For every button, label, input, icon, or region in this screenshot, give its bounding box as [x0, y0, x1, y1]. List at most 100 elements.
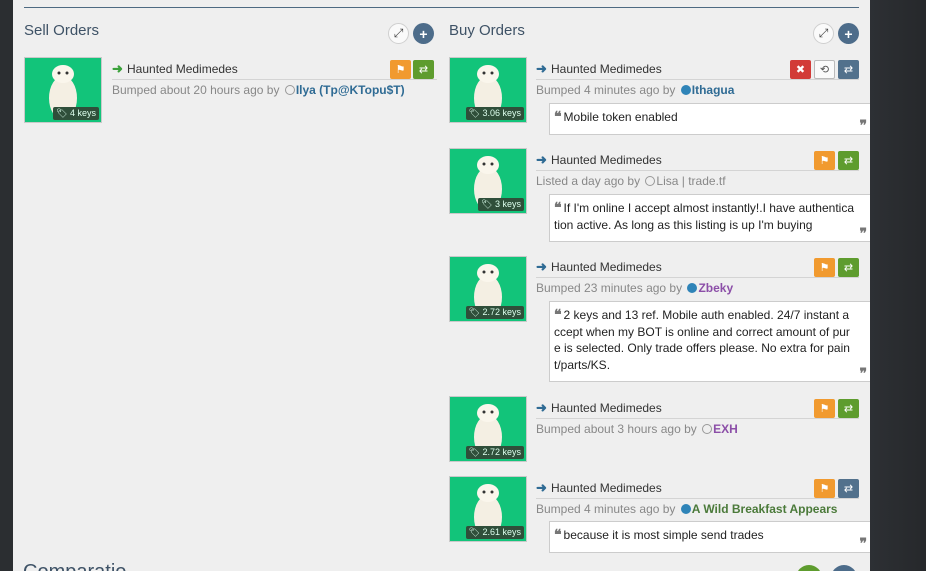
trade-button[interactable]: ⇄ — [838, 151, 859, 170]
price-label: 3.06 keys — [482, 108, 521, 118]
online-status-icon — [687, 283, 698, 293]
tag-icon: 🏷 — [468, 108, 480, 118]
trade-button[interactable]: ⇄ — [838, 399, 859, 418]
expand-icon: ⤢ — [393, 26, 404, 40]
item-name-link[interactable]: Haunted Medimedes — [551, 62, 662, 76]
item-thumbnail[interactable]: 🏷 2.72 keys — [449, 256, 527, 322]
trade-button[interactable]: ⇄ — [413, 60, 434, 79]
user-link[interactable]: A Wild Breakfast Appears — [692, 502, 838, 516]
listing-title-row: ➜ Haunted Medimedes ⚑ ⇄ — [536, 151, 859, 171]
price-badge: 🏷 3 keys — [478, 198, 524, 211]
tag-icon: 🏷 — [468, 527, 480, 537]
trade-button[interactable]: ⇄ — [838, 258, 859, 277]
section-add-button[interactable] — [831, 565, 857, 571]
item-thumbnail[interactable]: 🏷 4 keys — [24, 57, 102, 123]
listing-status: Bumped about 20 hours ago by Ilya (Tp@KT… — [112, 83, 405, 97]
flag-icon: ⚑ — [395, 64, 406, 76]
item-thumbnail[interactable]: 🏷 3 keys — [449, 148, 527, 214]
exchange-icon: ⇄ — [843, 64, 854, 76]
status-text: Bumped 4 minutes ago by — [536, 502, 676, 516]
price-label: 2.61 keys — [482, 527, 521, 537]
remove-button[interactable]: ✖ — [790, 60, 811, 79]
arrow-left-icon: ➜ — [536, 480, 547, 495]
exchange-icon: ⇄ — [418, 64, 429, 76]
item-name-link[interactable]: Haunted Medimedes — [551, 481, 662, 495]
sell-add-button[interactable]: + — [413, 23, 434, 44]
plus-icon: + — [844, 25, 853, 42]
user-link[interactable]: Ithagua — [692, 83, 735, 97]
status-text: Bumped about 20 hours ago by — [112, 83, 280, 97]
offline-status-icon — [284, 85, 295, 95]
page-margin-right — [870, 0, 926, 571]
exchange-icon: ⇄ — [843, 483, 854, 495]
price-label: 2.72 keys — [482, 447, 521, 457]
offline-status-icon — [645, 176, 656, 186]
exchange-icon: ⇄ — [843, 155, 854, 167]
flag-icon: ⚑ — [819, 262, 830, 274]
price-label: 4 keys — [69, 108, 96, 118]
listing-title-row: ➜ Haunted Medimedes ⚑ ⇄ — [536, 258, 859, 278]
user-link[interactable]: Lisa | trade.tf — [656, 174, 725, 188]
item-thumbnail[interactable]: 🏷 2.72 keys — [449, 396, 527, 462]
listing-status: Bumped 4 minutes ago by Ithagua — [536, 83, 734, 97]
flag-icon: ⚑ — [819, 155, 830, 167]
price-badge: 🏷 2.61 keys — [465, 526, 524, 539]
flag-icon: ⚑ — [819, 483, 830, 495]
online-status-icon — [680, 85, 691, 95]
price-badge: 🏷 2.72 keys — [465, 306, 524, 319]
item-thumbnail[interactable]: 🏷 3.06 keys — [449, 57, 527, 123]
arrow-right-icon: ➜ — [112, 61, 123, 76]
report-button[interactable]: ⚑ — [814, 479, 835, 498]
report-button[interactable]: ⚑ — [814, 151, 835, 170]
arrow-left-icon: ➜ — [536, 152, 547, 167]
tag-icon: 🏷 — [468, 447, 480, 457]
arrow-left-icon: ➜ — [536, 61, 547, 76]
trade-button[interactable]: ⇄ — [838, 60, 859, 79]
bump-button[interactable]: ⟲ — [814, 60, 835, 79]
item-name-link[interactable]: Haunted Medimedes — [551, 401, 662, 415]
report-button[interactable]: ⚑ — [390, 60, 411, 79]
item-name-link[interactable]: Haunted Medimedes — [127, 62, 238, 76]
note-text: because it is most simple send trades — [563, 528, 764, 542]
arrow-left-icon: ➜ — [536, 259, 547, 274]
tag-icon: 🏷 — [56, 108, 68, 118]
section-action-button[interactable] — [796, 565, 822, 571]
sell-expand-button[interactable]: ⤢ — [388, 23, 409, 44]
listing-note: ❝ because it is most simple send trades ❞ — [549, 521, 870, 553]
user-link[interactable]: Zbeky — [698, 281, 733, 295]
comparison-section-title: Comparatio — [23, 561, 126, 571]
plus-icon: + — [419, 25, 428, 42]
price-label: 2.72 keys — [482, 307, 521, 317]
report-button[interactable]: ⚑ — [814, 399, 835, 418]
user-link[interactable]: Ilya (Tp@KTopu$T) — [296, 83, 405, 97]
price-label: 3 keys — [494, 199, 521, 209]
quote-icon: ❝ — [554, 199, 562, 215]
item-name-link[interactable]: Haunted Medimedes — [551, 153, 662, 167]
close-icon: ✖ — [795, 64, 806, 76]
item-name-link[interactable]: Haunted Medimedes — [551, 260, 662, 274]
tag-icon: 🏷 — [468, 307, 480, 317]
listing-status: Bumped 23 minutes ago by Zbeky — [536, 281, 733, 295]
flag-icon: ⚑ — [819, 403, 830, 415]
quote-icon: ❞ — [859, 364, 867, 381]
listing-title-row: ➜ Haunted Medimedes ⚑ ⇄ — [536, 479, 859, 499]
expand-icon: ⤢ — [818, 26, 829, 40]
trade-button[interactable]: ⇄ — [838, 479, 859, 498]
listing-status: Bumped 4 minutes ago by A Wild Breakfast… — [536, 502, 837, 516]
refresh-icon: ⟲ — [819, 64, 830, 76]
tag-icon: 🏷 — [481, 199, 493, 209]
note-text: 2 keys and 13 ref. Mobile auth enabled. … — [554, 308, 850, 372]
report-button[interactable]: ⚑ — [814, 258, 835, 277]
buy-orders-title: Buy Orders — [449, 22, 525, 39]
offline-status-icon — [702, 424, 713, 434]
buy-add-button[interactable]: + — [838, 23, 859, 44]
listing-note: ❝ 2 keys and 13 ref. Mobile auth enabled.… — [549, 301, 870, 382]
listing-title-row: ➜ Haunted Medimedes ⚑ ⇄ — [536, 399, 859, 419]
buy-expand-button[interactable]: ⤢ — [813, 23, 834, 44]
listing-title-row: ➜ Haunted Medimedes ⚑ ⇄ — [112, 60, 437, 80]
sell-orders-title: Sell Orders — [24, 22, 100, 39]
item-thumbnail[interactable]: 🏷 2.61 keys — [449, 476, 527, 542]
quote-icon: ❞ — [859, 224, 867, 241]
quote-icon: ❞ — [859, 117, 867, 133]
user-link[interactable]: EXH — [713, 422, 738, 436]
